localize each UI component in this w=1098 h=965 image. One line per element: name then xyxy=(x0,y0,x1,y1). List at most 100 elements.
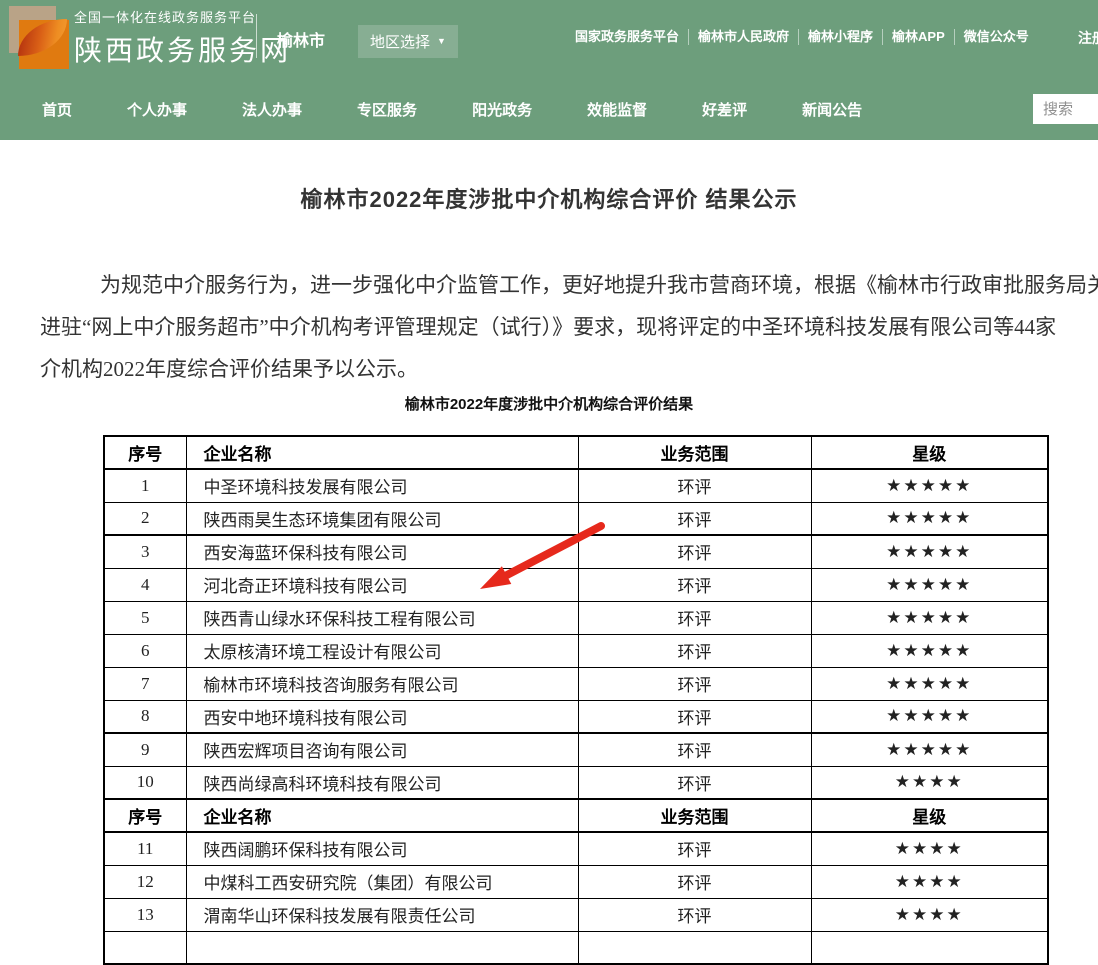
cell-name: 陕西雨昊生态环境集团有限公司 xyxy=(186,502,578,535)
table-row: 4河北奇正环境科技有限公司环评★★★★★ xyxy=(104,568,1048,601)
cell-no: 11 xyxy=(104,832,186,865)
region-selector-button[interactable]: 地区选择 ▼ xyxy=(358,25,458,58)
header-cell: 星级 xyxy=(811,799,1048,832)
cell-scope: 环评 xyxy=(578,832,811,865)
quick-link-1[interactable]: 榆林市人民政府 xyxy=(689,29,799,45)
quick-links: 国家政务服务平台榆林市人民政府榆林小程序榆林APP微信公众号 xyxy=(575,29,1038,45)
cell-scope: 环评 xyxy=(578,634,811,667)
cell-stars: ★★★★ xyxy=(811,865,1048,898)
cell-name: 太原核清环境工程设计有限公司 xyxy=(186,634,578,667)
table-row: 12中煤科工西安研究院（集团）有限公司环评★★★★ xyxy=(104,865,1048,898)
cell-scope: 环评 xyxy=(578,700,811,733)
cell-name: 陕西阔鹏环保科技有限公司 xyxy=(186,832,578,865)
paragraph-line: 介机构2022年度综合评价结果予以公示。 xyxy=(40,348,1098,390)
table-row: 11陕西阔鹏环保科技有限公司环评★★★★ xyxy=(104,832,1048,865)
quick-link-4[interactable]: 微信公众号 xyxy=(955,29,1038,45)
cell-stars: ★★★★★ xyxy=(811,733,1048,766)
nav-item-3[interactable]: 专区服务 xyxy=(357,99,417,120)
cell-no: 10 xyxy=(104,766,186,799)
cell-name: 河北奇正环境科技有限公司 xyxy=(186,568,578,601)
evaluation-table: 序号企业名称业务范围星级1中圣环境科技发展有限公司环评★★★★★2陕西雨昊生态环… xyxy=(103,435,1049,965)
cell-name: 陕西尚绿高科环境科技有限公司 xyxy=(186,766,578,799)
nav-item-4[interactable]: 阳光政务 xyxy=(472,99,532,120)
table-row: 9陕西宏辉项目咨询有限公司环评★★★★★ xyxy=(104,733,1048,766)
site-header: 全国一体化在线政务服务平台 陕西政务服务网 榆林市 地区选择 ▼ 国家政务服务平… xyxy=(0,0,1098,140)
cell-name: 西安中地环境科技有限公司 xyxy=(186,700,578,733)
header-cell: 序号 xyxy=(104,799,186,832)
empty-cell xyxy=(578,931,811,964)
cell-scope: 环评 xyxy=(578,502,811,535)
nav-item-0[interactable]: 首页 xyxy=(42,99,72,120)
quick-link-2[interactable]: 榆林小程序 xyxy=(799,29,883,45)
current-city-label: 榆林市 xyxy=(277,27,325,51)
cell-stars: ★★★★★ xyxy=(811,469,1048,502)
cell-stars: ★★★★ xyxy=(811,766,1048,799)
quick-link-0[interactable]: 国家政务服务平台 xyxy=(575,29,689,45)
table-header-row: 序号企业名称业务范围星级 xyxy=(104,436,1048,469)
cell-name: 榆林市环境科技咨询服务有限公司 xyxy=(186,667,578,700)
cell-stars: ★★★★★ xyxy=(811,700,1048,733)
cell-no: 6 xyxy=(104,634,186,667)
cell-scope: 环评 xyxy=(578,601,811,634)
evaluation-table-body: 序号企业名称业务范围星级1中圣环境科技发展有限公司环评★★★★★2陕西雨昊生态环… xyxy=(104,436,1048,964)
cell-stars: ★★★★★ xyxy=(811,634,1048,667)
nav-item-7[interactable]: 新闻公告 xyxy=(802,99,862,120)
cell-scope: 环评 xyxy=(578,898,811,931)
header-cell: 业务范围 xyxy=(578,436,811,469)
header-cell: 业务范围 xyxy=(578,799,811,832)
cell-no: 8 xyxy=(104,700,186,733)
nav-item-6[interactable]: 好差评 xyxy=(702,99,747,120)
cell-scope: 环评 xyxy=(578,733,811,766)
announcement-paragraph: 为规范中介服务行为，进一步强化中介监管工作，更好地提升我市营商环境，根据《榆林市… xyxy=(0,264,1098,390)
brand-block[interactable]: 全国一体化在线政务服务平台 陕西政务服务网 xyxy=(74,7,291,69)
cell-no: 13 xyxy=(104,898,186,931)
cell-scope: 环评 xyxy=(578,568,811,601)
cell-name: 陕西宏辉项目咨询有限公司 xyxy=(186,733,578,766)
table-row: 7榆林市环境科技咨询服务有限公司环评★★★★★ xyxy=(104,667,1048,700)
platform-label: 全国一体化在线政务服务平台 xyxy=(74,7,291,26)
cell-scope: 环评 xyxy=(578,667,811,700)
site-logo-icon[interactable] xyxy=(6,3,72,69)
empty-cell xyxy=(811,931,1048,964)
cell-scope: 环评 xyxy=(578,766,811,799)
table-row: 13渭南华山环保科技发展有限责任公司环评★★★★ xyxy=(104,898,1048,931)
nav-item-5[interactable]: 效能监督 xyxy=(587,99,647,120)
brand-divider xyxy=(256,14,257,58)
header-cell: 企业名称 xyxy=(186,799,578,832)
cell-stars: ★★★★★ xyxy=(811,502,1048,535)
cell-name: 西安海蓝环保科技有限公司 xyxy=(186,535,578,568)
register-link[interactable]: 注册 xyxy=(1078,28,1098,48)
cell-scope: 环评 xyxy=(578,469,811,502)
cell-no: 5 xyxy=(104,601,186,634)
paragraph-line: 为规范中介服务行为，进一步强化中介监管工作，更好地提升我市营商环境，根据《榆林市… xyxy=(40,264,1098,306)
cell-no: 2 xyxy=(104,502,186,535)
cell-scope: 环评 xyxy=(578,535,811,568)
cell-stars: ★★★★★ xyxy=(811,667,1048,700)
header-cell: 序号 xyxy=(104,436,186,469)
table-row: 8西安中地环境科技有限公司环评★★★★★ xyxy=(104,700,1048,733)
header-cell: 星级 xyxy=(811,436,1048,469)
search-input[interactable] xyxy=(1033,94,1098,124)
table-row: 5陕西青山绿水环保科技工程有限公司环评★★★★★ xyxy=(104,601,1048,634)
cell-stars: ★★★★★ xyxy=(811,535,1048,568)
cell-stars: ★★★★ xyxy=(811,832,1048,865)
quick-link-3[interactable]: 榆林APP xyxy=(883,29,955,45)
table-row-partial xyxy=(104,931,1048,964)
nav-item-1[interactable]: 个人办事 xyxy=(127,99,187,120)
table-row: 6太原核清环境工程设计有限公司环评★★★★★ xyxy=(104,634,1048,667)
site-name: 陕西政务服务网 xyxy=(74,29,291,69)
cell-stars: ★★★★★ xyxy=(811,601,1048,634)
nav-item-2[interactable]: 法人办事 xyxy=(242,99,302,120)
cell-name: 中煤科工西安研究院（集团）有限公司 xyxy=(186,865,578,898)
page-title: 榆林市2022年度涉批中介机构综合评价 结果公示 xyxy=(0,182,1098,214)
cell-name: 中圣环境科技发展有限公司 xyxy=(186,469,578,502)
cell-stars: ★★★★★ xyxy=(811,568,1048,601)
table-row: 3西安海蓝环保科技有限公司环评★★★★★ xyxy=(104,535,1048,568)
cell-no: 1 xyxy=(104,469,186,502)
cell-no: 9 xyxy=(104,733,186,766)
table-row: 1中圣环境科技发展有限公司环评★★★★★ xyxy=(104,469,1048,502)
paragraph-line: 进驻“网上中介服务超市”中介机构考评管理规定（试行）》要求，现将评定的中圣环境科… xyxy=(40,306,1098,348)
table-caption: 榆林市2022年度涉批中介机构综合评价结果 xyxy=(0,393,1098,414)
cell-name: 渭南华山环保科技发展有限责任公司 xyxy=(186,898,578,931)
cell-no: 7 xyxy=(104,667,186,700)
